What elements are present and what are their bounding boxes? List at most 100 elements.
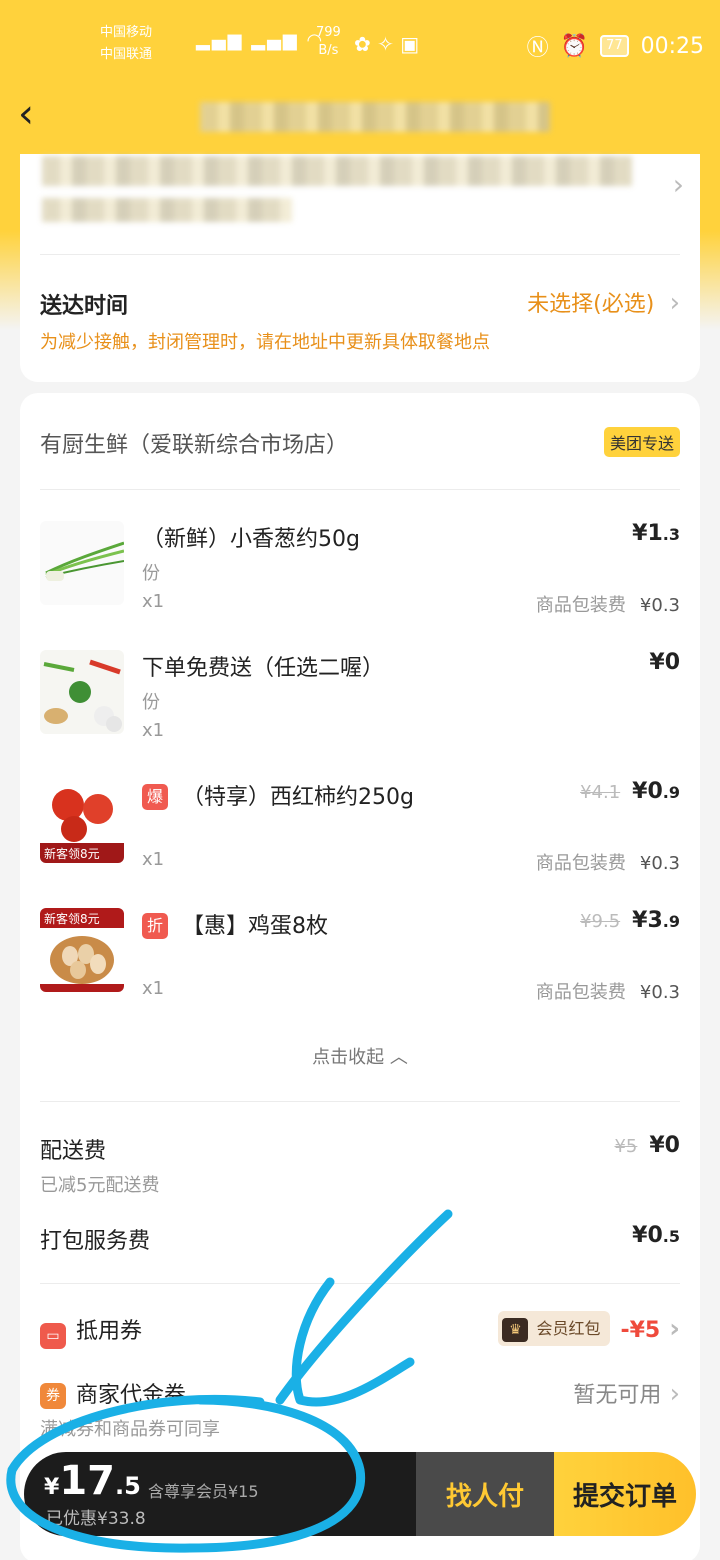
item-qty: x1 [142,720,165,741]
packing-dec: .5 [662,1227,680,1246]
status-bar: 中国移动 中国联通 ▂▄▆ ▂▄▆ ◠ 799 B/s ✿ ✧ ▣ Ⓝ ⏰ 77… [0,0,720,88]
item-price: ¥0 [649,650,680,675]
speed-value: 799 [316,25,341,40]
battery-icon: 77 [600,35,629,57]
item-name-text: 【惠】鸡蛋8枚 [182,914,328,939]
list-item[interactable]: 新客领8元 爆 （特享）西红柿约250g x1 ¥4.1 ¥0.9 商品包装费 ¥0.… [40,779,680,889]
packing-fee: 商品包装费 ¥0.3 [536,591,680,617]
chevron-up-icon: ︿ [389,1047,408,1068]
delivery-notice: 为减少接触，封闭管理时，请在地址中更新具体取餐地点 [40,332,490,353]
address-card: › 送达时间 未选择(必选) › 为减少接触，封闭管理时，请在地址中更新具体取餐… [20,154,700,382]
vip-badge-label: 会员红包 [536,1319,601,1338]
item-price: ¥1.3 [632,521,680,546]
item-image: 新客领8元 [40,779,124,863]
delivery-fee-label: 配送费 [40,1139,107,1164]
item-unit: 份 [142,692,160,713]
back-arrow-icon[interactable]: ‹ [18,94,58,134]
nfc-icon: Ⓝ [526,36,549,61]
price-int: 0 [664,650,680,675]
hot-tag: 爆 [142,784,168,810]
price-dec: .9 [662,783,680,802]
merchant-coupon-row[interactable]: 券商家代金券 [40,1377,186,1409]
item-name: （新鲜）小香葱约50g [142,527,360,552]
pack-fee: ¥0.3 [639,853,680,874]
delivery-time-selector[interactable]: 未选择(必选) › [527,286,680,318]
alarm-icon: ⏰ [560,33,589,59]
pay-for-me-button[interactable]: 找人付 [416,1452,554,1536]
collapse-label: 点击收起 [312,1047,385,1068]
item-qty: x1 [142,978,165,999]
checkout-bar: ¥17.5 含尊享会员¥15 已优惠¥33.8 找人付 提交订单 [24,1452,696,1536]
item-image [40,521,124,605]
item-name: 下单免费送（任选二喔） [142,656,385,681]
collapse-button[interactable]: 点击收起 ︿ [20,1043,700,1069]
coupon-label: 抵用券 [76,1319,143,1344]
total-summary[interactable]: ¥17.5 含尊享会员¥15 已优惠¥33.8 [24,1452,416,1536]
pack-fee: ¥0.3 [639,595,680,616]
chevron-right-icon: › [660,1314,680,1344]
price-int: 1 [647,521,663,546]
merchant-coupon-label: 商家代金券 [76,1383,187,1408]
coupon-selector[interactable]: ♛ 会员红包 -¥5 › [498,1311,680,1346]
shop-name[interactable]: 有厨生鲜（爱联新综合市场店） [40,427,348,459]
pack-label: 商品包装费 [535,982,626,1003]
divider [40,1283,680,1284]
delivery-time-label: 送达时间 [40,294,129,319]
delivery-badge: 美团专送 [603,427,680,457]
delivery-time-value: 未选择(必选) [527,292,655,317]
thumb-promo: 新客领8元 [44,846,100,861]
item-image: 新客领8元 [40,908,124,992]
pack-label: 商品包装费 [535,853,626,874]
redacted-address[interactable] [42,156,632,186]
total-price: ¥17.5 [44,1458,141,1504]
saved-amount: 已优惠¥33.8 [46,1509,146,1529]
price-int: 3 [647,908,663,933]
price-dec: .9 [662,912,680,931]
red-envelope-icon: ▭ [40,1323,66,1349]
chevron-right-icon[interactable]: › [673,168,684,201]
packing-fee: 商品包装费 ¥0.3 [536,978,680,1004]
packing-fee: 商品包装费 ¥0.3 [536,849,680,875]
list-item[interactable]: 新客领8元 折【惠】鸡蛋8枚 x1 ¥9.5 ¥3.9 商品包装费 ¥0.3 [40,908,680,1018]
chevron-right-icon: › [661,288,680,318]
submit-order-button[interactable]: 提交订单 [554,1452,696,1536]
price-dec: .3 [662,525,680,544]
delivery-fee-value: ¥5 ¥0 [614,1133,680,1158]
pack-label: 商品包装费 [535,595,626,616]
discount-tag: 折 [142,913,168,939]
delivery-fee-old: ¥5 [614,1136,638,1157]
redacted-contact [42,198,292,222]
list-item[interactable]: （新鲜）小香葱约50g 份 x1 ¥1.3 商品包装费 ¥0.3 [40,521,680,631]
divider [40,489,680,490]
item-unit: 份 [142,563,160,584]
item-price: ¥4.1 ¥0.9 [580,779,680,804]
carrier-2: 中国联通 [100,47,153,62]
total-int: 17 [59,1458,115,1504]
vip-note: 含尊享会员¥15 [148,1482,259,1501]
carrier-info: 中国移动 中国联通 [100,22,152,66]
clock: 00:25 [640,33,704,59]
divider [40,254,680,255]
delivery-fee-note: 已减5元配送费 [40,1175,160,1196]
item-name-text: （特享）西红柿约250g [182,785,414,810]
packing-service-value: ¥0.5 [632,1223,680,1248]
list-item[interactable]: 下单免费送（任选二喔） 份 x1 ¥0 [40,650,680,760]
order-card: 有厨生鲜（爱联新综合市场店） 美团专送 （新鲜）小香葱约50g 份 x1 ¥1.… [20,393,700,1560]
coupon-icon: 券 [40,1383,66,1409]
packing-int: ¥0 [632,1223,663,1248]
speed-unit: B/s [318,43,339,58]
merchant-coupon-selector[interactable]: 暂无可用 › [573,1377,680,1409]
merchant-coupon-note: 满减券和商品券可同享 [40,1419,220,1440]
total-dec: .5 [114,1472,141,1500]
redacted-title [200,102,550,132]
network-speed: 799 B/s [316,24,341,60]
item-name: 折【惠】鸡蛋8枚 [142,908,328,940]
coupon-row-label[interactable]: ▭ 抵用券 [40,1313,142,1349]
nav-bar: ‹ [0,88,720,148]
merchant-coupon-value: 暂无可用 [573,1383,662,1408]
notification-icons: ✿ ✧ ▣ [354,32,420,56]
old-price: ¥9.5 [580,911,621,932]
item-image [40,650,124,734]
currency-symbol: ¥ [44,1475,60,1500]
packing-service-label: 打包服务费 [40,1229,151,1254]
